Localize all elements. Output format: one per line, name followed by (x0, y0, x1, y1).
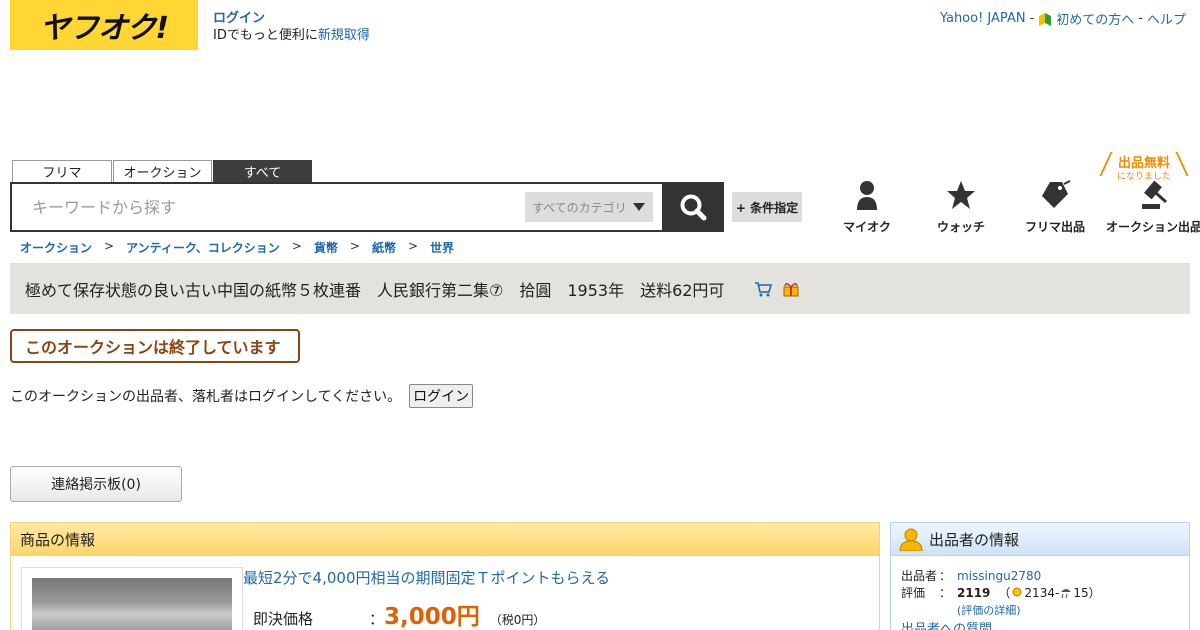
breadcrumb: オークション > アンティーク、コレクション > 貨幣 > 紙幣 > 世界 (20, 239, 454, 256)
seller-info-panel: 出品者の情報 出品者 ： missingu2780 評価 ： 2119 （ 21… (890, 522, 1190, 630)
gavel-icon (1142, 180, 1168, 209)
nav-auction-sell-label: オークション出品 (1105, 220, 1200, 234)
breadcrumb-separator: > (104, 239, 115, 253)
category-select-value: すべてのカテゴリ (532, 200, 627, 215)
beginner-mark-icon (1039, 12, 1052, 26)
rating-label: 評価 (901, 586, 926, 600)
search-box: すべてのカテゴリ (10, 182, 664, 232)
conditions-button[interactable]: + 条件指定 (732, 192, 802, 222)
buy-now-price: 3,000円 (384, 604, 480, 630)
beginners-guide-link[interactable]: 初めての方へ (1056, 9, 1134, 28)
contact-board-button[interactable]: 連絡掲示板(0) (10, 466, 182, 502)
star-icon (947, 181, 975, 209)
top-link-separator: - (1138, 11, 1143, 26)
gift-icon[interactable] (782, 281, 800, 297)
search-button[interactable] (662, 182, 724, 232)
search-tabs: フリマ オークション すべて (12, 160, 312, 182)
tag-icon (1042, 180, 1071, 208)
shopping-cart-icon[interactable] (754, 281, 773, 297)
top-link-separator: - (1029, 11, 1035, 26)
nav-furima-sell[interactable]: フリマ出品 (1008, 180, 1102, 235)
tab-all[interactable]: すべて (213, 160, 312, 182)
rating-detail-link[interactable]: (評価の詳細) (957, 604, 1021, 617)
seller-info-title: 出品者の情報 (929, 530, 1020, 549)
rating-row: 評価 ： 2119 （ 2134 - 15 ） (901, 586, 1101, 600)
nav-myauction[interactable]: マイオク (820, 180, 914, 235)
rating-total: 2119 (957, 586, 991, 600)
top-links: Yahoo! JAPAN - 初めての方へ - ヘルプ (940, 9, 1186, 28)
logo-text: ヤフオク! (39, 11, 169, 46)
search-icon (680, 194, 707, 221)
yahuoku-logo[interactable]: ヤフオク! (10, 0, 198, 50)
rain-bad-icon (1061, 589, 1072, 599)
product-info-panel: 商品の情報 最短2分で4,000円相当の期間固定Ｔポイントもらえる 即決価格 ：… (10, 522, 880, 630)
item-title: 極めて保存状態の良い古い中国の紙幣５枚連番 人民銀行第二集⑦ 拾圓 1953年 … (25, 280, 725, 300)
auction-ended-notice: このオークションは終了しています (10, 329, 300, 363)
breadcrumb-separator: > (291, 239, 302, 253)
nav-watch[interactable]: ウォッチ (914, 180, 1008, 235)
person-icon (857, 181, 877, 210)
login-block: ログイン IDでもっと便利に新規取得 (213, 10, 370, 44)
breadcrumb-separator: > (349, 239, 360, 253)
seller-row: 出品者 ： missingu2780 (901, 568, 1179, 585)
search-input[interactable] (22, 190, 522, 224)
tax-amount: （税0円） (489, 613, 546, 627)
free-listing-badge: 出品無料 になりました (1099, 152, 1189, 182)
banknote-image (32, 578, 232, 630)
rating-colon: ： (939, 586, 952, 600)
question-to-seller-link[interactable]: 出品者への質問 (901, 622, 992, 630)
buy-now-label: 即決価格 (253, 610, 314, 628)
buy-now-price-row: 即決価格 ： 3,000円 （税0円） (253, 597, 545, 630)
breadcrumb-antique[interactable]: アンティーク、コレクション (126, 239, 280, 256)
breadcrumb-world[interactable]: 世界 (430, 239, 454, 256)
signup-link[interactable]: 新規取得 (318, 28, 370, 43)
login-sub-text: IDでもっと便利に (213, 28, 318, 43)
tpoint-promo-link[interactable]: 最短2分で4,000円相当の期間固定Ｔポイントもらえる (243, 567, 610, 588)
breadcrumb-auction[interactable]: オークション (20, 239, 92, 256)
breadcrumb-banknote[interactable]: 紙幣 (372, 239, 396, 256)
login-link[interactable]: ログイン (213, 11, 265, 26)
rating-good: 2134 (1024, 586, 1055, 600)
nav-myauction-label: マイオク (843, 220, 891, 234)
tab-furima[interactable]: フリマ (12, 160, 112, 182)
seller-body: 出品者 ： missingu2780 評価 ： 2119 （ 2134 - 15… (891, 556, 1189, 630)
help-link[interactable]: ヘルプ (1147, 9, 1186, 28)
seller-name-link[interactable]: missingu2780 (957, 568, 1041, 585)
breadcrumb-currency[interactable]: 貨幣 (314, 239, 338, 256)
sun-good-icon (1012, 587, 1022, 597)
chevron-down-icon (633, 203, 645, 211)
nav-watch-label: ウォッチ (936, 220, 985, 234)
product-info-header: 商品の情報 (11, 523, 879, 556)
rating-bad: 15 (1073, 586, 1089, 600)
login-message: このオークションの出品者、落札者はログインしてください。 ログイン (10, 384, 474, 408)
yahoo-japan-link[interactable]: Yahoo! JAPAN (940, 11, 1026, 26)
seller-avatar-icon (899, 528, 923, 551)
seller-colon: ： (939, 569, 952, 583)
seller-info-header: 出品者の情報 (891, 523, 1189, 556)
category-select[interactable]: すべてのカテゴリ (525, 192, 653, 222)
login-message-text: このオークションの出品者、落札者はログインしてください。 (10, 389, 402, 405)
breadcrumb-separator: > (407, 239, 419, 253)
header-nav: マイオク ウォッチ フリマ出品 オークション出品 (820, 180, 1200, 235)
seller-label: 出品者 (901, 569, 938, 583)
nav-furima-sell-label: フリマ出品 (1024, 220, 1085, 234)
nav-auction-sell[interactable]: オークション出品 (1102, 180, 1200, 235)
title-icons (754, 281, 800, 297)
price-colon: ： (369, 610, 385, 628)
item-title-bar: 極めて保存状態の良い古い中国の紙幣５枚連番 人民銀行第二集⑦ 拾圓 1953年 … (10, 263, 1190, 314)
login-button[interactable]: ログイン (409, 384, 474, 408)
product-thumbnail[interactable] (21, 567, 243, 630)
tab-auction[interactable]: オークション (113, 160, 212, 182)
